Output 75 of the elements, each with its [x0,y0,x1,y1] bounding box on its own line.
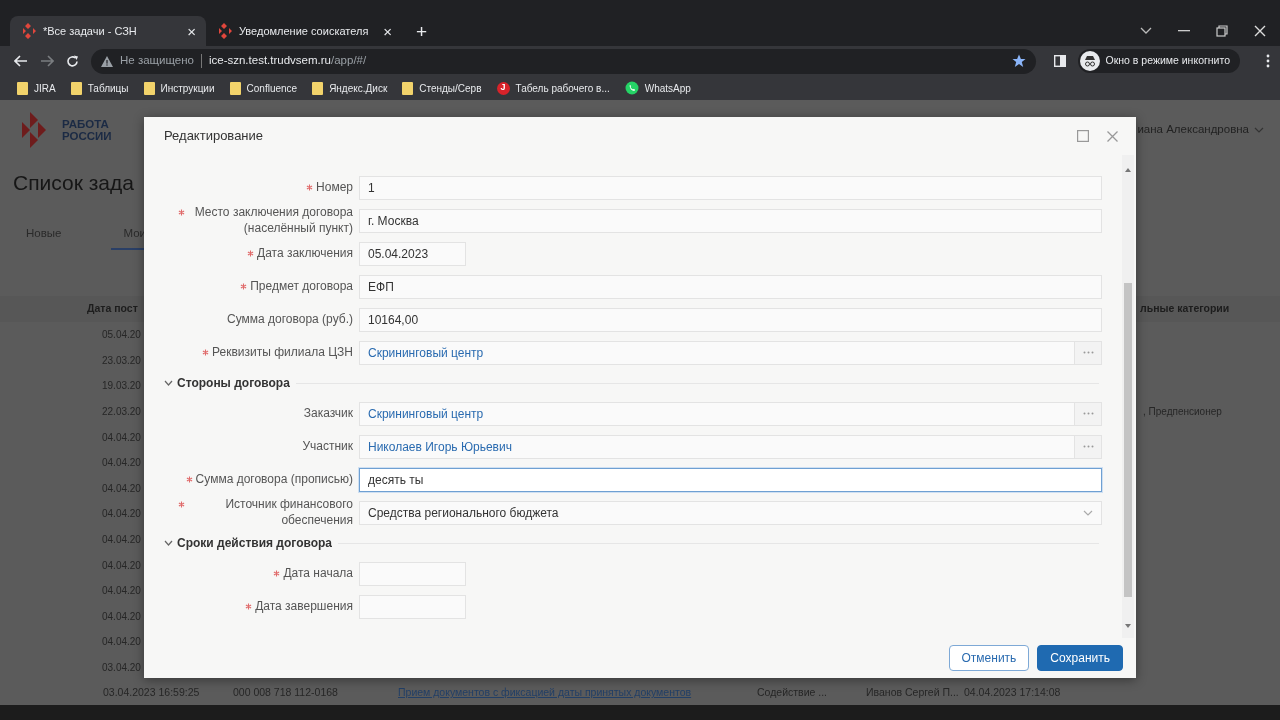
folder-icon [312,81,324,95]
logo-text: РАБОТА РОССИИ [62,117,112,143]
page-title: Список зада [13,170,134,196]
incognito-icon [1079,51,1100,71]
menu-icon[interactable] [1266,54,1270,68]
field-label: Заказчик [303,405,353,422]
browser-tab[interactable]: *Все задачи - СЗН × [10,16,206,46]
folder-icon [143,81,155,95]
field-label: Сумма договора (прописью) [195,471,353,488]
field-label: Участник [302,438,353,455]
profile-button[interactable]: Окно в режиме инкогнито [1077,49,1240,73]
dots-icon [1082,445,1094,448]
folder-icon [17,81,28,95]
field-label: Сумма договора (руб.) [227,311,353,328]
folder-icon [402,81,414,95]
bookmark-link[interactable]: Яндекс.Диск [312,80,388,96]
diamonds-icon [22,23,36,39]
field-label: Дата начала [283,565,353,582]
warning-icon [101,55,113,67]
bookmark-link[interactable]: J Табель рабочего в... [496,80,610,96]
text-field[interactable]: г. Москва [359,208,1102,233]
date-field[interactable]: 05.04.2023 [359,241,466,266]
lookup-field[interactable]: Николаев Игорь Юрьевич [359,434,1102,459]
security-label: Не защищено [120,53,194,69]
star-icon[interactable] [1011,54,1026,68]
lookup-field[interactable]: Скрининговый центр [359,340,1102,365]
letter-icon: J [496,81,510,95]
text-field[interactable]: десять ты [359,467,1102,492]
maximize-icon[interactable] [1077,130,1089,142]
column-header: льные категории [1140,301,1231,317]
field-label: Источник финансового обеспечения [224,496,353,529]
field-label: Место заключения договора (населённый пункт) [193,204,353,237]
field-label: Дата завершения [255,598,353,615]
text-field[interactable]: 1 [359,175,1102,200]
bookmark-link[interactable]: Стенды/Серв [402,80,482,96]
save-button[interactable]: Сохранить [1037,645,1123,671]
bookmark-link[interactable]: Confluence [229,80,298,96]
bookmark-link[interactable]: WhatsApp [624,80,691,96]
chevron-down-icon[interactable] [1140,27,1152,35]
browser-tab[interactable]: Уведомление соискателя × [206,16,402,46]
address-bar[interactable]: Не защищено ice-szn.test.trudvsem.ru/app/#/ [91,48,1036,74]
dots-icon [1082,412,1094,415]
folder-icon [70,81,82,95]
forward-arrow-icon[interactable] [40,55,54,67]
reload-icon[interactable] [66,54,79,68]
section-header[interactable]: Стороны договора [164,374,290,392]
dialog-title: Редактирование [164,127,264,146]
bookmark-link[interactable]: JIRA [17,80,56,96]
chevron-down-icon [1083,509,1093,516]
lookup-field[interactable]: Скрининговый центр [359,401,1102,426]
text-field[interactable]: ЕФП [359,274,1102,299]
folder-icon [229,81,241,95]
field-label: Предмет договора [250,278,353,295]
cancel-button[interactable]: Отменить [948,645,1030,671]
scrollbar[interactable] [1122,155,1134,638]
new-tab-button[interactable]: + [412,16,432,46]
bookmark-link[interactable]: Таблицы [70,80,129,96]
text-field[interactable]: 10164,00 [359,307,1102,332]
chat-icon [624,81,639,95]
field-label: Номер [316,179,353,196]
back-arrow-icon[interactable] [14,55,28,67]
field-label: Дата заключения [257,245,353,262]
minimize-icon[interactable] [1178,30,1190,32]
tab-close-button[interactable]: × [185,23,198,39]
side-panel-icon[interactable] [1053,55,1066,67]
field-label: Реквизиты филиала ЦЗН [212,344,353,361]
url-text: ice-szn.test.trudvsem.ru/app/#/ [208,53,367,69]
tab-close-button[interactable]: × [381,23,394,39]
bookmark-link[interactable]: Инструкции [143,80,215,96]
diamonds-icon [218,23,232,39]
select-field[interactable]: Средства регионального бюджета [359,500,1102,525]
restore-icon[interactable] [1216,25,1228,37]
column-header: Дата пост [87,301,138,317]
dots-icon [1082,351,1094,354]
section-header[interactable]: Сроки действия договора [164,534,333,552]
